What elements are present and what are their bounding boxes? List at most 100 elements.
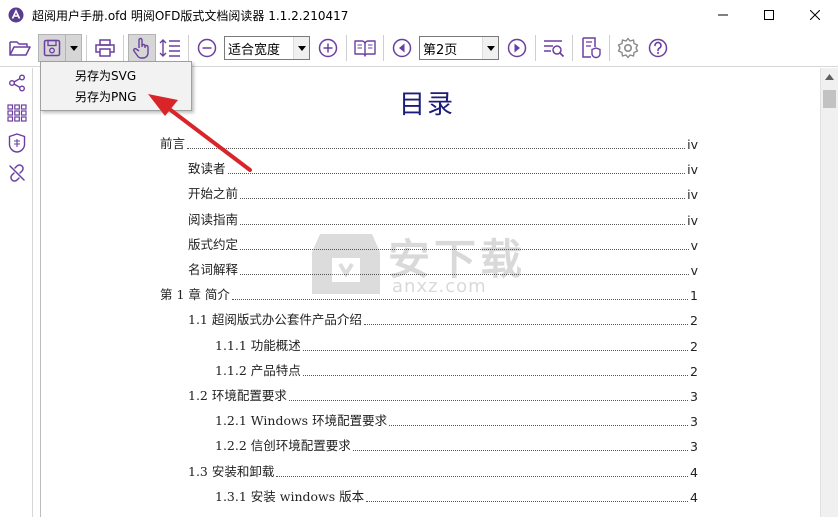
zoom-in-button[interactable] <box>314 34 342 62</box>
toc-entry-page: 2 <box>690 363 698 379</box>
toc-entry[interactable]: 致读者 iv <box>188 161 698 177</box>
signature-verify-button[interactable] <box>577 34 605 62</box>
toc-entry-text: 版式约定 <box>188 236 239 252</box>
toc-leader-dots <box>366 500 689 502</box>
page-select[interactable]: 第2页 <box>419 36 499 60</box>
toc-entry-page: 4 <box>690 489 698 505</box>
settings-button[interactable] <box>614 34 642 62</box>
close-icon <box>810 10 820 20</box>
maximize-icon <box>764 10 774 20</box>
caret-up-icon <box>825 73 834 80</box>
watermark: 安下载 anxz.com <box>308 222 528 302</box>
watermark-logo-icon <box>312 234 380 294</box>
toolbar-separator <box>572 35 573 61</box>
vertical-scrollbar[interactable] <box>820 68 838 517</box>
scroll-thumb[interactable] <box>823 90 836 108</box>
page-layout-button[interactable] <box>351 34 379 62</box>
toc-entry-text: 第 1 章 简介 <box>160 287 230 303</box>
toc-entry[interactable]: 1.3 安装和卸载 4 <box>188 464 698 480</box>
search-list-icon <box>544 40 565 58</box>
toc-entry-page: iv <box>687 137 698 152</box>
page-select-value: 第2页 <box>423 42 458 58</box>
hand-tool-button[interactable] <box>128 34 156 62</box>
save-button[interactable] <box>38 34 66 62</box>
line-spacing-icon <box>159 39 180 57</box>
minus-circle-icon <box>197 38 217 58</box>
toc-entry-page: 2 <box>690 338 698 354</box>
menu-item-save-svg[interactable]: 另存为SVG <box>41 65 191 86</box>
toc-entry-text: 名词解释 <box>188 262 239 277</box>
app-logo-icon <box>8 7 24 23</box>
zoom-select[interactable]: 适合宽度 <box>224 36 310 60</box>
help-button[interactable] <box>644 34 672 62</box>
hand-pointer-icon <box>133 37 149 59</box>
toc-entry-text: 1.2 环境配置要求 <box>188 388 287 403</box>
toolbar-separator <box>123 35 124 61</box>
toc-entry-text: 1.3.1 安装 windows 版本 <box>215 488 365 504</box>
toc-entry[interactable]: 开始之前 iv <box>188 186 698 202</box>
attachment-link-button[interactable] <box>0 158 33 188</box>
caret-down-icon <box>486 45 495 51</box>
toc-entry-page: 3 <box>690 389 698 404</box>
toolbar-separator <box>535 35 536 61</box>
toc-entry[interactable]: 前言 iv <box>160 136 698 152</box>
toc-entry-page: iv <box>687 162 698 178</box>
window-controls <box>700 0 838 30</box>
maximize-button[interactable] <box>746 0 792 30</box>
grid-icon <box>6 104 27 122</box>
toc-entry[interactable]: 1.2.1 Windows 环境配置要求 3 <box>215 413 698 429</box>
toc-entry-page: 4 <box>690 464 698 480</box>
toc-entry[interactable]: 1.2 环境配置要求 3 <box>188 388 698 404</box>
toc-entry-page: 3 <box>690 414 698 430</box>
toc-entry-page: 2 <box>690 313 698 329</box>
text-select-button[interactable] <box>156 34 184 62</box>
zoom-out-button[interactable] <box>193 34 221 62</box>
save-dropdown-button[interactable] <box>66 34 82 62</box>
toc-leader-dots <box>240 198 686 200</box>
document-shield-icon <box>582 37 601 59</box>
page-select-arrow[interactable] <box>482 37 498 59</box>
toc-entry-text: 1.3 安装和卸载 <box>188 463 275 479</box>
toc-entry[interactable]: 1.1.1 功能概述 2 <box>215 338 698 354</box>
open-file-button[interactable] <box>6 34 34 62</box>
zoom-select-arrow[interactable] <box>293 37 309 59</box>
toc-entry[interactable]: 1.1 超阅版式办公套件产品介绍 2 <box>188 312 698 328</box>
toc-entry[interactable]: 1.1.2 产品特点 2 <box>215 363 698 379</box>
toc-leader-dots <box>288 400 689 401</box>
gear-icon <box>617 37 639 59</box>
minimize-button[interactable] <box>700 0 746 30</box>
left-sidebar <box>0 68 33 517</box>
toolbar-separator <box>188 35 189 61</box>
certificate-button[interactable] <box>0 128 33 158</box>
toc-entry-text: 1.2.2 信创环境配置要求 <box>215 438 351 454</box>
thumbnails-button[interactable] <box>0 98 33 128</box>
previous-page-button[interactable] <box>388 34 416 62</box>
caret-down-icon <box>69 45 78 51</box>
next-page-button[interactable] <box>503 34 531 62</box>
close-button[interactable] <box>792 0 838 30</box>
toc-entry-page: 1 <box>690 288 698 304</box>
print-button[interactable] <box>91 34 119 62</box>
share-button[interactable] <box>0 68 33 98</box>
watermark-url: anxz.com <box>392 276 487 297</box>
page-edge <box>40 68 41 517</box>
toc-entry-page: v <box>690 237 698 253</box>
toc-entry-page: iv <box>687 187 698 203</box>
toc-entry-page: 3 <box>690 439 698 455</box>
caret-down-icon <box>297 45 306 51</box>
toolbar-separator <box>86 35 87 61</box>
scroll-up-button[interactable] <box>821 68 838 85</box>
toc-leader-dots <box>389 425 689 427</box>
share-icon <box>8 74 25 92</box>
printer-icon <box>95 39 115 57</box>
toc-leader-dots <box>352 450 689 452</box>
toc-entry-text: 1.1.1 功能概述 <box>215 337 301 353</box>
broken-link-icon <box>8 164 25 182</box>
toc-entry[interactable]: 1.2.2 信创环境配置要求 3 <box>215 438 698 454</box>
search-button[interactable] <box>540 34 568 62</box>
toc-leader-dots <box>302 374 689 376</box>
toc-leader-dots <box>276 475 689 477</box>
toc-entry[interactable]: 1.3.1 安装 windows 版本 4 <box>215 489 698 505</box>
menu-item-save-png[interactable]: 另存为PNG <box>41 86 191 107</box>
zoom-select-value: 适合宽度 <box>228 42 281 58</box>
